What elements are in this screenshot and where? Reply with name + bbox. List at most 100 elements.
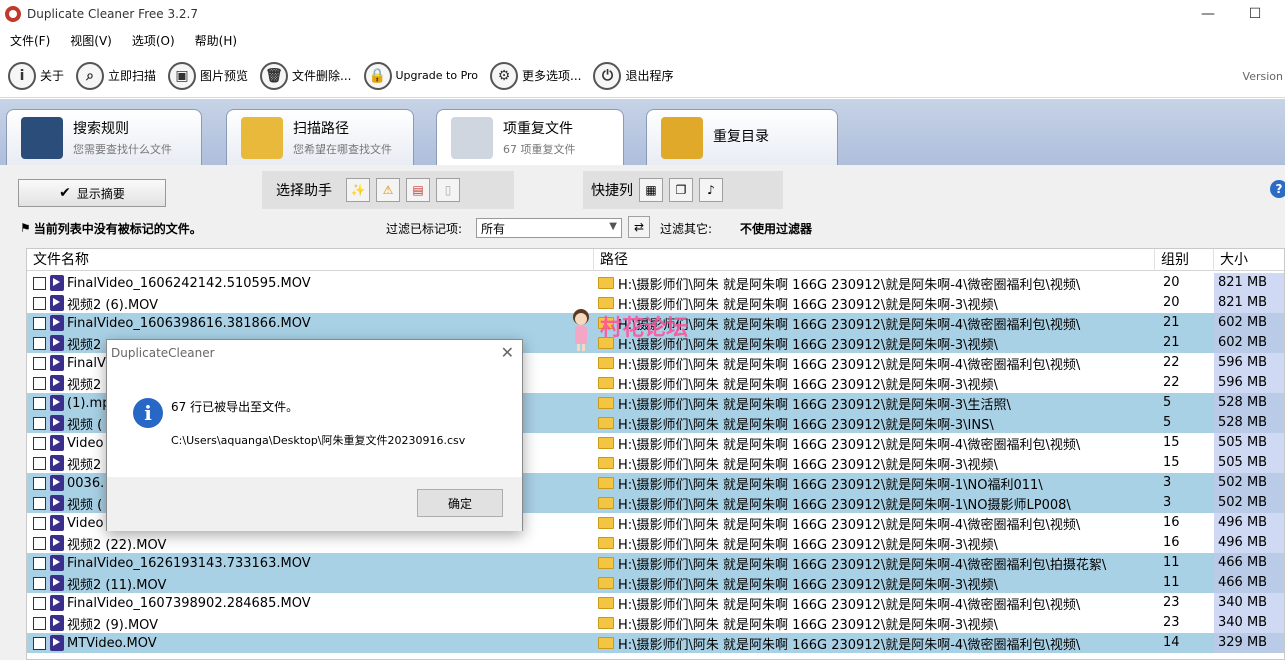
row-checkbox[interactable] bbox=[33, 436, 46, 450]
window-icon[interactable]: ❐ bbox=[669, 178, 693, 202]
row-checkbox[interactable] bbox=[33, 556, 46, 570]
cell-path: H:\摄影师们\阿朱 就是阿朱啊 166G 230912\就是阿朱啊-3\视频\ bbox=[594, 533, 1155, 553]
exit-button[interactable]: ⏻ 退出程序 bbox=[589, 58, 677, 94]
video-file-icon bbox=[50, 275, 64, 291]
cell-size: 340 MB bbox=[1214, 593, 1284, 613]
row-checkbox[interactable] bbox=[33, 616, 46, 630]
table-row[interactable]: 视频2 (22).MOV H:\摄影师们\阿朱 就是阿朱啊 166G 230912… bbox=[27, 533, 1284, 553]
menu-options[interactable]: 选项(O) bbox=[122, 32, 185, 49]
folder-icon bbox=[598, 277, 614, 289]
row-checkbox[interactable] bbox=[33, 296, 46, 310]
maximize-button[interactable]: ☐ bbox=[1232, 0, 1278, 28]
menu-file[interactable]: 文件(F) bbox=[0, 32, 60, 49]
cell-filename: FinalVideo_1626193143.733163.MOV bbox=[27, 553, 594, 573]
row-checkbox[interactable] bbox=[33, 496, 46, 510]
status-text: 当前列表中没有被标记的文件。 bbox=[33, 221, 202, 236]
power-icon: ⏻ bbox=[593, 61, 622, 90]
menu-help[interactable]: 帮助(H) bbox=[185, 32, 247, 49]
cell-size: 329 MB bbox=[1214, 633, 1284, 653]
row-checkbox[interactable] bbox=[33, 596, 46, 610]
swap-icon[interactable]: ⇄ bbox=[628, 216, 650, 238]
table-row[interactable]: 视频2 (11).MOV H:\摄影师们\阿朱 就是阿朱啊 166G 230912… bbox=[27, 573, 1284, 593]
warning-icon[interactable]: ⚠ bbox=[376, 178, 400, 202]
cell-group: 3 bbox=[1163, 495, 1172, 510]
cell-group: 22 bbox=[1163, 355, 1180, 370]
grid-icon[interactable]: ▦ bbox=[639, 178, 663, 202]
row-checkbox[interactable] bbox=[33, 456, 46, 470]
video-file-icon bbox=[50, 515, 64, 531]
row-checkbox[interactable] bbox=[33, 476, 46, 490]
menu-view[interactable]: 视图(V) bbox=[60, 32, 122, 49]
cell-filename: FinalVideo_1606242142.510595.MOV bbox=[27, 273, 594, 293]
folder-icon bbox=[598, 517, 614, 529]
row-checkbox[interactable] bbox=[33, 336, 46, 350]
ok-button[interactable]: 确定 bbox=[417, 489, 503, 517]
help-icon[interactable]: ? bbox=[1270, 180, 1285, 198]
minimize-button[interactable]: — bbox=[1185, 0, 1231, 28]
row-checkbox[interactable] bbox=[33, 376, 46, 390]
row-checkbox[interactable] bbox=[33, 396, 46, 410]
folder-icon bbox=[598, 557, 614, 569]
more-options-button[interactable]: ⚙ 更多选项... bbox=[486, 58, 585, 94]
cell-path: H:\摄影师们\阿朱 就是阿朱啊 166G 230912\就是阿朱啊-3\视频\ bbox=[594, 373, 1155, 393]
table-row[interactable]: FinalVideo_1606242142.510595.MOV H:\摄影师们\… bbox=[27, 273, 1284, 293]
row-checkbox[interactable] bbox=[33, 536, 46, 550]
watermark-text: 村花论坛 bbox=[600, 316, 689, 341]
cell-size: 596 MB bbox=[1214, 373, 1284, 393]
tab-scan-paths[interactable]: 扫描路径 您希望在哪查找文件 bbox=[226, 109, 414, 165]
video-file-icon bbox=[50, 335, 64, 351]
scan-now-button[interactable]: ⌕ 立即扫描 bbox=[72, 58, 160, 94]
table-row[interactable]: FinalVideo_1626193143.733163.MOV H:\摄影师们\… bbox=[27, 553, 1284, 573]
show-summary-button[interactable]: ✔ 显示摘要 bbox=[18, 179, 166, 207]
filter-marked-select[interactable]: 所有 ▼ bbox=[476, 218, 622, 238]
checkmark-icon: ✔ bbox=[59, 185, 71, 201]
row-checkbox[interactable] bbox=[33, 316, 46, 330]
music-icon[interactable]: ♪ bbox=[699, 178, 723, 202]
chevron-down-icon: ▼ bbox=[609, 221, 617, 232]
tab-search-rules[interactable]: 搜索规则 您需要查找什么文件 bbox=[6, 109, 202, 165]
row-checkbox[interactable] bbox=[33, 516, 46, 530]
video-file-icon bbox=[50, 415, 64, 431]
table-row[interactable]: 视频2 (9).MOV H:\摄影师们\阿朱 就是阿朱啊 166G 230912\… bbox=[27, 613, 1284, 633]
files-icon bbox=[451, 116, 493, 159]
video-file-icon bbox=[50, 295, 64, 311]
cell-group: 22 bbox=[1163, 375, 1180, 390]
cell-size: 821 MB bbox=[1214, 273, 1284, 293]
title-bar: Duplicate Cleaner Free 3.2.7 — ☐ bbox=[0, 0, 1285, 28]
monitor-icon bbox=[21, 116, 63, 159]
file-icon[interactable]: ▯ bbox=[436, 178, 460, 202]
cell-size: 821 MB bbox=[1214, 293, 1284, 313]
video-file-icon bbox=[50, 355, 64, 371]
cell-path: H:\摄影师们\阿朱 就是阿朱啊 166G 230912\就是阿朱啊-3\视频\ bbox=[594, 453, 1155, 473]
header-path[interactable]: 路径 bbox=[594, 249, 1155, 271]
image-preview-button[interactable]: ▣ 图片预览 bbox=[164, 58, 252, 94]
cell-path: H:\摄影师们\阿朱 就是阿朱啊 166G 230912\就是阿朱啊-3\视频\ bbox=[594, 613, 1155, 633]
row-checkbox[interactable] bbox=[33, 276, 46, 290]
cell-group: 5 bbox=[1163, 395, 1172, 410]
header-group[interactable]: 组别 bbox=[1155, 249, 1214, 271]
cell-size: 466 MB bbox=[1214, 573, 1284, 593]
table-row[interactable]: FinalVideo_1607398902.284685.MOV H:\摄影师们\… bbox=[27, 593, 1284, 613]
folder-icon bbox=[598, 437, 614, 449]
header-filename[interactable]: 文件名称 bbox=[27, 249, 594, 271]
row-checkbox[interactable] bbox=[33, 416, 46, 430]
close-icon[interactable]: ✕ bbox=[501, 343, 514, 362]
folder-icon bbox=[598, 357, 614, 369]
trash-icon: 🗑 bbox=[260, 61, 289, 90]
upgrade-button[interactable]: 🔒 Upgrade to Pro bbox=[360, 58, 483, 94]
about-button[interactable]: i 关于 bbox=[4, 58, 68, 94]
header-size[interactable]: 大小 bbox=[1214, 249, 1284, 271]
row-checkbox[interactable] bbox=[33, 576, 46, 590]
dialog-message: 67 行已被导出至文件。 bbox=[171, 400, 299, 414]
table-row[interactable]: MTVideo.MOV H:\摄影师们\阿朱 就是阿朱啊 166G 230912\… bbox=[27, 633, 1284, 653]
row-checkbox[interactable] bbox=[33, 356, 46, 370]
cell-path: H:\摄影师们\阿朱 就是阿朱啊 166G 230912\就是阿朱啊-4\微密圈… bbox=[594, 433, 1155, 453]
row-checkbox[interactable] bbox=[33, 636, 46, 650]
wand-icon[interactable]: ✨ bbox=[346, 178, 370, 202]
tab-duplicate-folders[interactable]: 重复目录 bbox=[646, 109, 838, 165]
delete-files-button[interactable]: 🗑 文件删除... bbox=[256, 58, 355, 94]
folder-mark-icon[interactable]: ▤ bbox=[406, 178, 430, 202]
magnifier-icon: ⌕ bbox=[76, 61, 105, 90]
selection-helper: 选择助手 ✨ ⚠ ▤ ▯ bbox=[262, 171, 514, 209]
tab-duplicate-files[interactable]: 项重复文件 67 项重复文件 bbox=[436, 109, 624, 165]
